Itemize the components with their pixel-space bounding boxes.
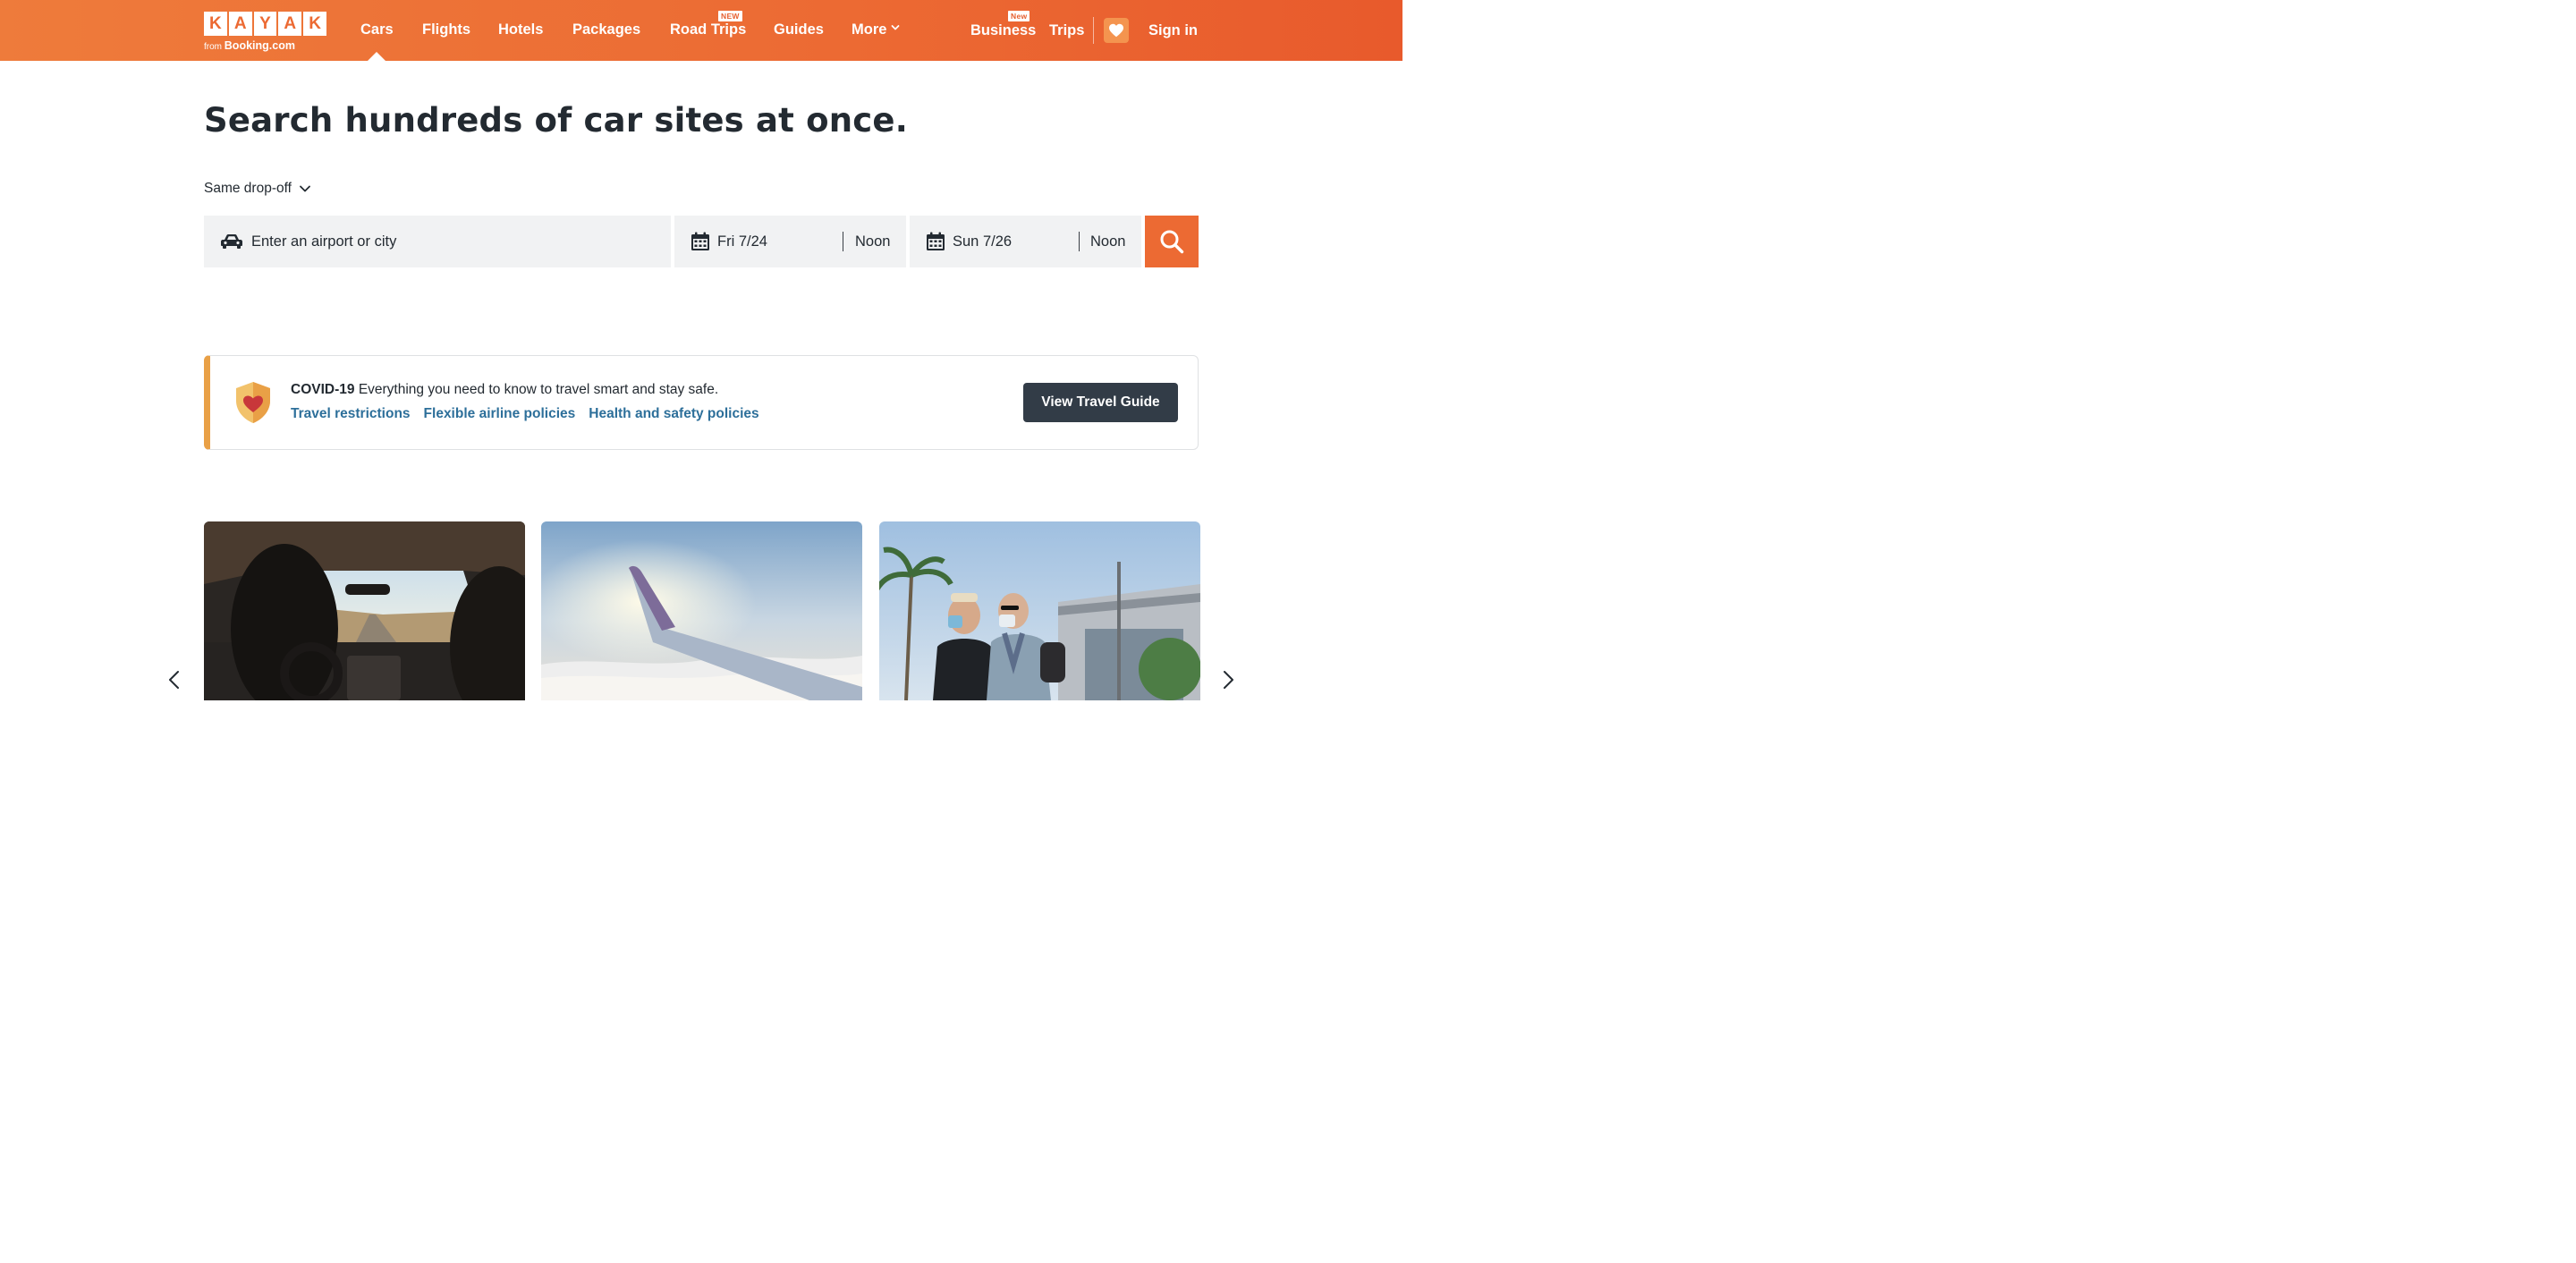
covid-message: COVID-19 Everything you need to know to …: [291, 382, 718, 398]
road-trips-new-badge: NEW: [718, 11, 742, 21]
nav-trips[interactable]: Trips: [1049, 22, 1084, 39]
top-nav-bar: K A Y A K from Booking.com Cars Flights …: [0, 0, 1402, 61]
chevron-right-icon[interactable]: [1217, 669, 1239, 691]
search-button[interactable]: [1145, 216, 1199, 267]
health-safety-policies-link[interactable]: Health and safety policies: [589, 406, 758, 422]
nav-cars[interactable]: Cars: [360, 21, 394, 38]
active-nav-indicator: [368, 52, 386, 61]
business-new-badge: New: [1008, 11, 1030, 21]
travelers-masks-image: [879, 521, 1200, 700]
carousel-card-flight[interactable]: [541, 521, 862, 700]
flexible-airline-policies-link[interactable]: Flexible airline policies: [424, 406, 576, 422]
nav-business[interactable]: Business: [970, 22, 1036, 39]
nav-guides[interactable]: Guides: [774, 21, 824, 38]
calendar-icon: [927, 232, 945, 250]
nav-packages[interactable]: Packages: [572, 21, 640, 38]
dropoff-date: Sun 7/26: [953, 233, 1013, 250]
travel-restrictions-link[interactable]: Travel restrictions: [291, 406, 411, 422]
logo-letter: A: [278, 12, 302, 36]
pickup-time[interactable]: Noon: [855, 233, 890, 250]
carousel-card-road-trip[interactable]: [204, 521, 525, 700]
nav-road-trips[interactable]: Road Trips: [670, 21, 746, 38]
chevron-down-icon: [891, 25, 900, 30]
kayak-logo[interactable]: K A Y A K from Booking.com: [204, 12, 326, 53]
nav-hotels[interactable]: Hotels: [498, 21, 543, 38]
sign-in-link[interactable]: Sign in: [1148, 22, 1198, 39]
covid-links: Travel restrictions Flexible airline pol…: [291, 406, 759, 422]
page-title: Search hundreds of car sites at once.: [204, 101, 908, 140]
logo-letter: Y: [253, 12, 277, 36]
carousel-card-travelers[interactable]: [879, 521, 1200, 700]
saved-button[interactable]: [1104, 18, 1129, 43]
dropoff-time[interactable]: Noon: [1090, 233, 1125, 250]
dropoff-date-field[interactable]: Sun 7/26 Noon: [910, 216, 1141, 267]
road-trip-image: [204, 521, 525, 700]
covid-description: Everything you need to know to travel sm…: [358, 382, 719, 397]
airplane-wing-image: [541, 521, 862, 700]
calendar-icon: [691, 232, 709, 250]
car-icon: [221, 234, 242, 249]
pickup-date: Fri 7/24: [717, 233, 767, 250]
logo-letter: K: [204, 12, 227, 36]
heart-icon: [1109, 23, 1123, 38]
location-input[interactable]: Enter an airport or city: [204, 216, 671, 267]
logo-letter: K: [303, 12, 326, 36]
shield-heart-icon: [236, 382, 270, 423]
dropoff-selector-label: Same drop-off: [204, 181, 292, 196]
search-icon: [1160, 230, 1184, 254]
chevron-down-icon: [300, 185, 310, 192]
logo-letter: A: [228, 12, 252, 36]
dropoff-separator: [1079, 232, 1080, 251]
logo-subtitle: from Booking.com: [204, 39, 326, 52]
nav-more[interactable]: More: [852, 21, 900, 38]
logo-from-text: from: [204, 42, 222, 52]
logo-brand-text: Booking.com: [224, 39, 295, 52]
view-travel-guide-button[interactable]: View Travel Guide: [1023, 383, 1178, 422]
location-placeholder: Enter an airport or city: [251, 233, 397, 250]
pickup-date-field[interactable]: Fri 7/24 Noon: [674, 216, 906, 267]
dropoff-selector[interactable]: Same drop-off: [204, 181, 311, 197]
covid-heading: COVID-19: [291, 382, 355, 397]
chevron-left-icon[interactable]: [164, 669, 185, 691]
nav-more-label: More: [852, 21, 887, 38]
logo-tiles: K A Y A K: [204, 12, 326, 36]
nav-flights[interactable]: Flights: [422, 21, 470, 38]
nav-divider: [1093, 17, 1094, 44]
